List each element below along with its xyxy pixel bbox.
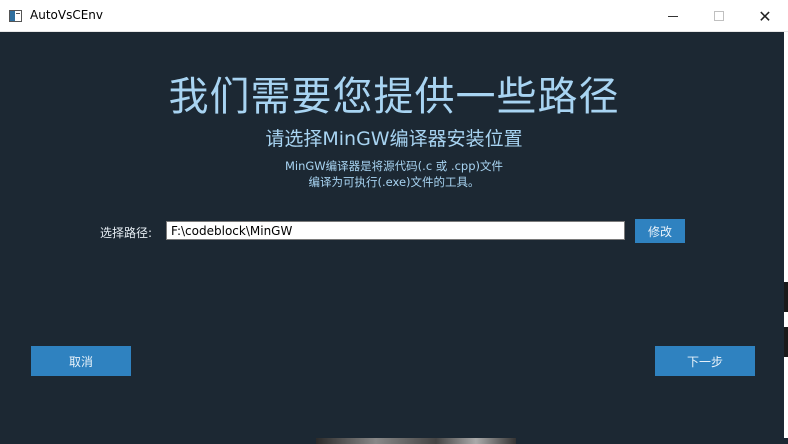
app-icon — [9, 10, 22, 22]
maximize-icon — [714, 11, 724, 21]
close-button[interactable]: ✕ — [742, 0, 788, 32]
close-icon: ✕ — [758, 6, 772, 26]
page-subtitle: 请选择MinGW编译器安装位置 — [265, 128, 523, 150]
description-line-1: MinGW编译器是将源代码(.c 或 .cpp)文件 — [284, 159, 504, 173]
maximize-button[interactable] — [696, 0, 742, 32]
background-window-fragment — [784, 327, 788, 357]
page-title: 我们需要您提供一些路径 — [168, 74, 620, 120]
app-window: AutoVsCEnv ✕ 我们需要您提供一些路径 请选择MinGW编译器安装位置… — [0, 0, 788, 444]
minimize-icon — [668, 15, 678, 17]
cancel-button[interactable]: 取消 — [31, 346, 131, 376]
path-input[interactable] — [166, 221, 625, 240]
description-line-2: 编译为可执行(.exe)文件的工具。 — [308, 175, 480, 189]
path-label: 选择路径: — [100, 226, 153, 240]
next-button[interactable]: 下一步 — [655, 346, 755, 376]
background-window-fragment — [316, 438, 516, 444]
minimize-button[interactable] — [650, 0, 696, 32]
modify-button[interactable]: 修改 — [635, 219, 685, 243]
background-window-fragment — [784, 282, 788, 312]
window-title: AutoVsCEnv — [30, 8, 103, 22]
window-right-edge — [784, 32, 788, 444]
window-bottom-edge — [0, 438, 788, 444]
title-bar[interactable]: AutoVsCEnv ✕ — [0, 0, 788, 32]
